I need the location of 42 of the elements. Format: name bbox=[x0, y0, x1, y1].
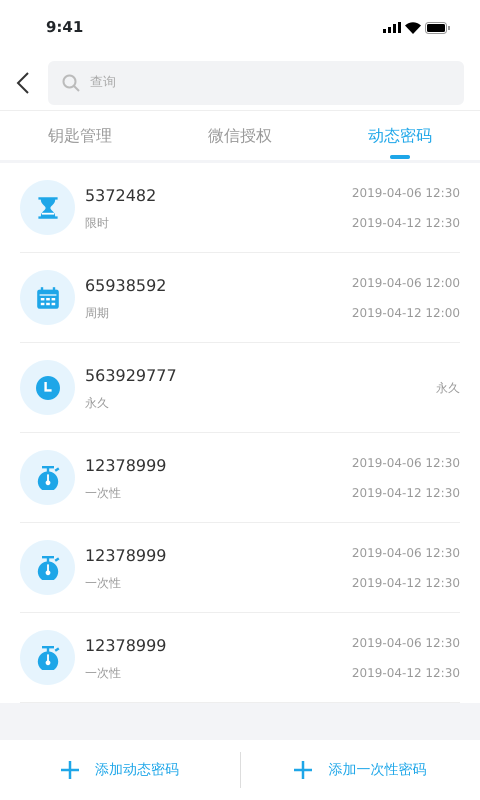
stopwatch-icon bbox=[36, 556, 60, 580]
back-icon[interactable] bbox=[16, 72, 30, 94]
password-type: 一次性 bbox=[85, 484, 122, 502]
validity-date: 2019-04-12 12:30 bbox=[352, 214, 460, 232]
password-code: 563929777 bbox=[85, 364, 178, 386]
validity-date: 2019-04-12 12:30 bbox=[352, 484, 460, 502]
battery-icon bbox=[425, 22, 450, 34]
password-code: 12378999 bbox=[85, 454, 168, 476]
validity-date: 2019-04-12 12:30 bbox=[352, 574, 460, 592]
validity-date: 永久 bbox=[436, 380, 460, 396]
stopwatch-icon bbox=[36, 646, 60, 670]
add-button[interactable]: 添加一次性密码 bbox=[240, 758, 480, 782]
validity-date: 2019-04-12 12:00 bbox=[352, 304, 460, 322]
wifi-icon bbox=[405, 22, 421, 34]
calendar-icon bbox=[36, 286, 60, 310]
password-type: 永久 bbox=[85, 394, 110, 412]
password-type: 一次性 bbox=[85, 664, 122, 682]
password-code: 65938592 bbox=[85, 274, 168, 296]
password-type: 周期 bbox=[85, 304, 110, 322]
tab[interactable]: 动态密码 bbox=[320, 111, 480, 160]
plus-icon bbox=[60, 761, 79, 779]
password-code: 12378999 bbox=[85, 544, 168, 566]
validity-date: 2019-04-06 12:00 bbox=[352, 274, 460, 292]
password-code: 5372482 bbox=[85, 184, 158, 206]
validity-date: 2019-04-06 12:30 bbox=[352, 544, 460, 562]
validity-date: 2019-04-06 12:30 bbox=[352, 184, 460, 202]
plus-icon bbox=[294, 761, 312, 779]
hourglass-icon bbox=[36, 196, 60, 220]
validity-date: 2019-04-06 12:30 bbox=[352, 634, 460, 652]
clock-icon bbox=[36, 376, 60, 400]
validity-date: 2019-04-12 12:30 bbox=[352, 664, 460, 682]
tab[interactable]: 微信授权 bbox=[160, 111, 320, 160]
validity-date: 2019-04-06 12:30 bbox=[352, 454, 460, 472]
add-button[interactable]: 添加动态密码 bbox=[0, 758, 240, 782]
signal-icon bbox=[383, 22, 401, 33]
status-time: 9:41 bbox=[46, 17, 84, 38]
password-type: 限时 bbox=[85, 214, 110, 232]
password-type: 一次性 bbox=[85, 574, 122, 592]
stopwatch-icon bbox=[36, 466, 60, 490]
password-code: 12378999 bbox=[85, 634, 168, 656]
search-field[interactable]: 查询 bbox=[48, 60, 464, 104]
tab[interactable]: 钥匙管理 bbox=[0, 111, 160, 160]
